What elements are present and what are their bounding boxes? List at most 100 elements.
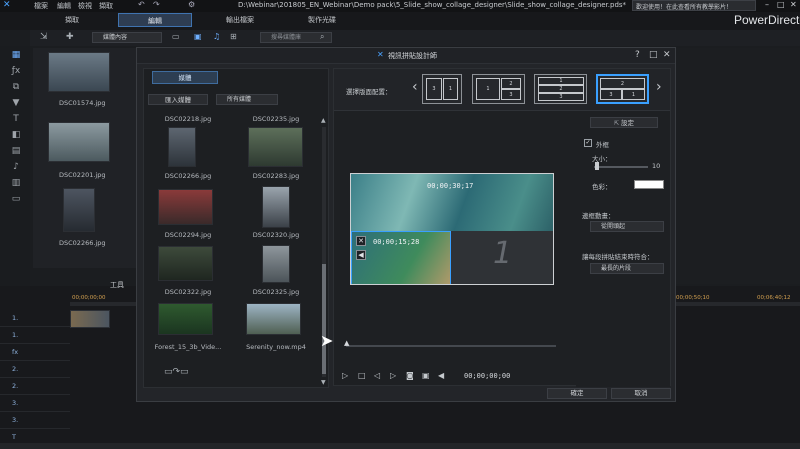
snapshot-icon[interactable]: ◙ <box>406 371 414 380</box>
media-thumb[interactable] <box>158 246 213 281</box>
menu-edit[interactable]: 編輯 <box>57 1 71 11</box>
scroll-down-icon[interactable]: ▼ <box>321 379 326 386</box>
menu-view[interactable]: 檢視 <box>78 1 92 11</box>
prev-frame-icon[interactable]: ◁ <box>374 371 380 380</box>
chapter-icon[interactable]: ▥ <box>10 178 22 189</box>
set-button-label: 設定 <box>620 119 634 127</box>
volume-icon[interactable]: ◀ <box>438 371 444 380</box>
settings-icon[interactable]: ⚙ <box>188 0 195 9</box>
help-icon[interactable]: ? <box>635 50 640 60</box>
scroll-up-icon[interactable]: ▲ <box>321 117 326 124</box>
library-label: DSC02201.jpg <box>59 171 106 179</box>
media-filter-select[interactable]: 媒體內容 <box>92 32 162 43</box>
stop-icon[interactable]: □ <box>358 371 366 380</box>
media-scroll-thumb[interactable] <box>322 264 326 374</box>
layout-cell: 1 <box>476 78 500 100</box>
menu-file[interactable]: 檔案 <box>34 1 48 11</box>
import-media-button[interactable]: 匯入媒體 <box>148 94 208 105</box>
fx-room-icon[interactable]: ƒx <box>10 66 22 77</box>
layout-option-3[interactable]: 1 2 3 <box>534 74 587 104</box>
layout-option-1[interactable]: 3 1 <box>422 74 462 104</box>
redo-icon[interactable]: ↷ <box>153 0 160 9</box>
minimize-icon[interactable]: – <box>765 0 769 9</box>
layout-next-icon[interactable]: › <box>656 79 662 95</box>
close-icon[interactable]: ✕ <box>790 0 797 9</box>
audio-mix-icon[interactable]: ▤ <box>10 146 22 157</box>
play-icon[interactable]: ▷ <box>342 371 348 380</box>
replace-media-icon[interactable]: ▭↷▭ <box>164 367 189 377</box>
media-thumb[interactable] <box>158 303 213 335</box>
voice-icon[interactable]: ♪ <box>10 162 22 173</box>
tab-edit[interactable]: 編輯 <box>118 13 192 27</box>
music-icon[interactable]: ♫ <box>213 32 220 41</box>
track-row: fx <box>0 344 70 361</box>
maximize-icon[interactable]: □ <box>777 0 785 9</box>
playback-timecode: 00;00;00;00 <box>464 372 511 380</box>
fullscreen-icon[interactable]: ▣ <box>422 371 430 380</box>
playback-controls: ▷ □ ◁ ▷ ◙ ▣ ◀ 00;00;00;00 <box>334 369 574 385</box>
playback-handle-icon[interactable]: ▲ <box>344 339 349 347</box>
layout-option-2[interactable]: 1 2 3 <box>472 74 525 104</box>
tab-disc[interactable]: 製作光碟 <box>292 13 352 27</box>
menu-capture[interactable]: 擷取 <box>99 1 113 11</box>
color-label: 色彩： <box>592 183 612 191</box>
layout-cell: 1 <box>538 77 584 85</box>
search-icon[interactable]: ⌕ <box>320 32 324 42</box>
layout-option-4[interactable]: 2 3 1 <box>596 74 649 104</box>
ok-button[interactable]: 確定 <box>547 388 607 399</box>
size-slider-handle[interactable] <box>595 162 599 170</box>
notification-banner[interactable]: 歡迎使用！在此查看所有教學影片！ <box>632 0 756 11</box>
media-thumb[interactable] <box>248 127 303 167</box>
designer-panel: 選擇版面配置： ‹ 3 1 1 2 3 1 2 3 2 3 1 › 00;00;… <box>333 68 671 387</box>
slot-close-icon[interactable]: ✕ <box>356 236 366 246</box>
media-label: Serenity_now.mp4 <box>246 343 306 351</box>
media-thumb[interactable] <box>262 245 290 283</box>
border-checkbox[interactable]: ✓ <box>584 139 592 147</box>
media-thumb[interactable] <box>168 127 196 167</box>
layout-cell: 3 <box>600 89 622 100</box>
tab-media[interactable]: 媒體 <box>152 71 218 84</box>
collage-preview[interactable]: 00;00;30;17 00;00;15;28 ✕ ◀ 1 <box>350 173 554 285</box>
size-slider[interactable] <box>594 166 648 168</box>
next-frame-icon[interactable]: ▷ <box>390 371 396 380</box>
tab-produce[interactable]: 輸出檔案 <box>210 13 270 27</box>
library-thumb[interactable] <box>63 188 95 232</box>
library-thumb[interactable] <box>48 52 110 92</box>
maximize-icon[interactable]: □ <box>649 50 658 60</box>
plugin-icon[interactable]: ✚ <box>66 32 74 42</box>
media-type-select[interactable]: 所有媒體 <box>216 94 278 105</box>
tools-label[interactable]: 工具 <box>110 280 124 290</box>
track-label: fx <box>12 348 19 356</box>
particle-room-icon[interactable]: ▼ <box>10 98 22 109</box>
slot-timecode-top: 00;00;30;17 <box>427 182 474 190</box>
import-icon[interactable]: ⇲ <box>40 32 48 42</box>
collage-settings: ⇱ 設定 ✓ 外框 大小： 10 色彩： 邊框動畫： 從開頭起 讓每段拼貼結束時… <box>576 111 670 387</box>
undo-icon[interactable]: ↶ <box>138 0 145 9</box>
view-icon[interactable]: ▭ <box>172 32 180 41</box>
track-row: 2. <box>0 361 70 378</box>
set-button[interactable]: ⇱ 設定 <box>590 117 658 128</box>
subtitle-icon[interactable]: ▭ <box>10 194 22 205</box>
start-anim-select[interactable]: 從開頭起 <box>590 221 664 232</box>
transition-room-icon[interactable]: ◧ <box>10 130 22 141</box>
library-thumb[interactable] <box>48 122 110 162</box>
close-icon[interactable]: ✕ <box>663 50 671 60</box>
cancel-button[interactable]: 取消 <box>611 388 671 399</box>
timeline-scrollbar[interactable] <box>0 443 800 449</box>
dialog-title-bar: ✕ 視訊拼貼設計師 ? □ ✕ <box>137 48 675 64</box>
media-room-icon[interactable]: ▦ <box>10 50 22 61</box>
grid-icon[interactable]: ⊞ <box>230 32 237 41</box>
tab-capture[interactable]: 擷取 <box>48 13 96 27</box>
media-thumb[interactable] <box>262 186 290 228</box>
title-room-icon[interactable]: T <box>10 114 22 125</box>
end-select[interactable]: 最長的片段 <box>590 263 664 274</box>
media-thumb[interactable] <box>246 303 301 335</box>
media-thumb[interactable] <box>158 189 213 225</box>
pip-room-icon[interactable]: ⧉ <box>10 82 22 93</box>
photo-icon[interactable]: ▣ <box>194 32 202 41</box>
slot-audio-icon[interactable]: ◀ <box>356 250 366 260</box>
playback-slider[interactable] <box>346 345 556 347</box>
layout-prev-icon[interactable]: ‹ <box>412 79 418 95</box>
timeline-clip[interactable] <box>70 310 110 328</box>
border-color-swatch[interactable] <box>634 180 664 189</box>
